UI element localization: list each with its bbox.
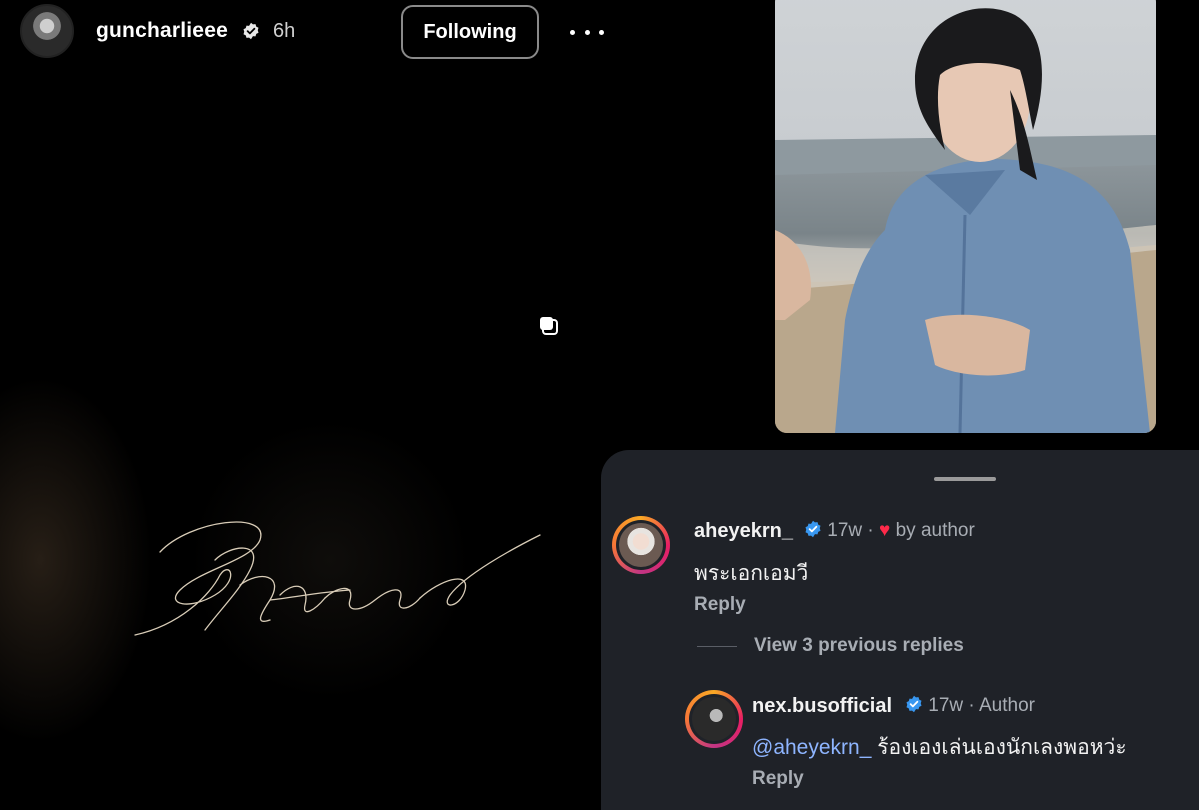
comment-meta: 17w · ♥ by author [804,520,975,542]
comment-text: พระเอกเอมวี [694,562,809,585]
reply-meta: 17w · Author [905,695,1035,717]
verified-badge-icon [805,520,821,538]
reply-avatar[interactable] [685,690,743,748]
reply-time: 17w [928,695,964,716]
liked-by-author-label: by author [895,520,975,541]
reply-text: @aheyekrn_ ร้องเองเล่นเองนักเลงพอหว่ะ [752,731,1127,764]
commenter-avatar[interactable] [612,516,670,574]
post-time: 6h [273,20,296,42]
meta-separator: · [867,520,874,541]
comment-username[interactable]: aheyekrn_ [694,520,793,543]
reply-body: ร้องเองเล่นเองนักเลงพอหว่ะ [877,736,1127,759]
comment-time: 17w [827,520,863,541]
reply-button[interactable]: Reply [752,768,804,790]
sheet-drag-handle[interactable] [934,477,996,481]
view-previous-replies-button[interactable]: View 3 previous replies [754,635,964,657]
heart-icon: ♥ [879,520,891,541]
verified-badge-icon [906,695,922,713]
author-label: Author [978,695,1035,716]
username[interactable]: guncharlieee [96,19,228,43]
post-header: guncharlieee 6h Following [0,0,770,64]
mention-link[interactable]: @aheyekrn_ [752,736,871,759]
reply-button[interactable]: Reply [694,594,746,616]
carousel-icon [540,317,558,335]
inset-photo [775,0,1156,433]
reply-username[interactable]: nex.busofficial [752,695,892,718]
user-avatar[interactable] [20,4,74,58]
more-horizontal-icon[interactable] [570,20,604,44]
meta-separator: · [968,695,975,716]
following-button[interactable]: Following [401,5,539,59]
divider [697,646,737,647]
verified-badge-icon [243,22,259,40]
handwritten-signature [134,521,541,636]
